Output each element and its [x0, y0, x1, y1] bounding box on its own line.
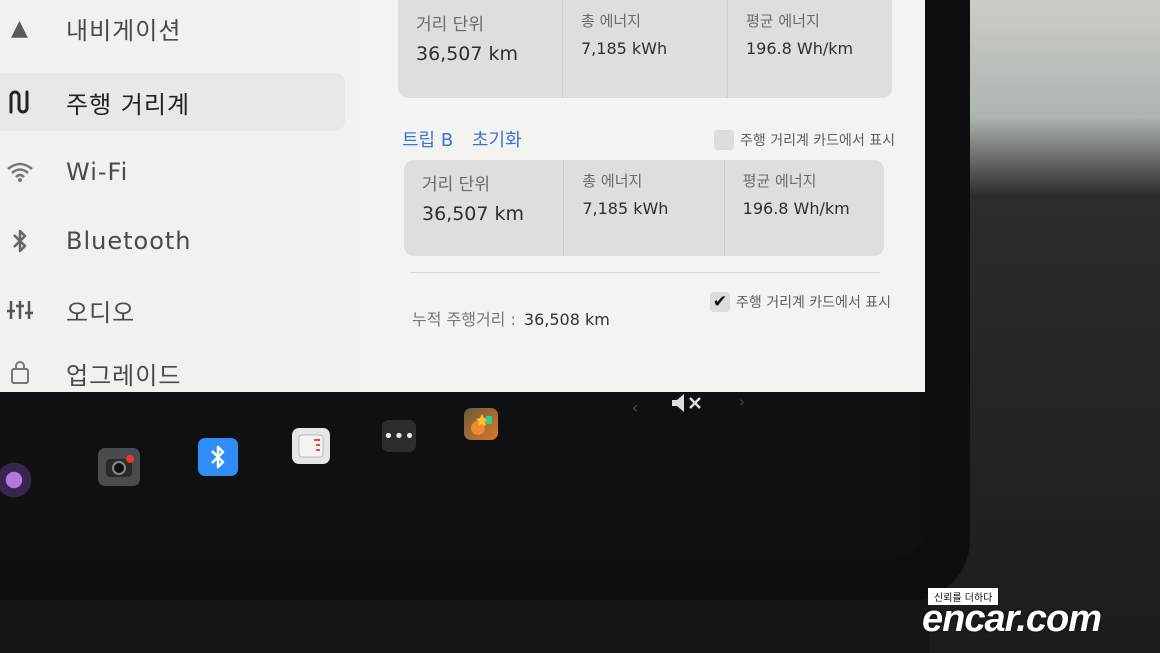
odometer-path-icon	[0, 90, 40, 114]
calendar-icon[interactable]	[292, 428, 330, 464]
camera-icon[interactable]	[0, 460, 34, 500]
trip-b-title: 트립 B	[402, 130, 454, 151]
sidebar-item-navigation[interactable]: ▲ 내비게이션	[0, 0, 181, 56]
odometer-show-on-card-checkbox[interactable]: ✔ 주행 거리계 카드에서 표시	[710, 292, 891, 312]
trip-b-avg-label: 평균 에너지	[742, 172, 817, 190]
chevron-left-icon[interactable]: ‹	[626, 398, 644, 417]
encar-watermark: 신뢰를 더하다 encar.com	[922, 586, 1160, 646]
sidebar-item-wifi[interactable]: Wi-Fi	[0, 143, 128, 201]
sidebar-item-odometer[interactable]: 주행 거리계	[0, 73, 345, 131]
wifi-icon	[0, 161, 40, 183]
trip-a-distance-label: 거리 단위	[416, 15, 484, 35]
trip-a-card: 거리 단위 36,507 km 총 에너지 7,185 kWh 평균 에너지 1…	[398, 0, 892, 98]
trip-a-energy: 총 에너지 7,185 kWh	[563, 0, 728, 98]
checkbox-box	[714, 130, 734, 150]
touchscreen: ▲ 내비게이션 주행 거리계 Wi-Fi Bluetooth 오디오 업그레이드…	[0, 0, 925, 560]
sidebar-item-bluetooth[interactable]: Bluetooth	[0, 212, 192, 270]
navigation-arrow-icon: ▲	[11, 15, 29, 41]
trip-b-distance: 거리 단위 36,507 km	[404, 160, 565, 256]
trip-a-avg-label: 평균 에너지	[746, 12, 820, 30]
sidebar-item-label: Bluetooth	[66, 227, 192, 255]
sidebar-item-label: 업그레이드	[66, 361, 182, 390]
trip-a-distance: 거리 단위 36,507 km	[398, 0, 563, 98]
audio-sliders-icon	[0, 299, 40, 321]
odometer-label: 누적 주행거리 :	[412, 310, 516, 329]
total-odometer: 누적 주행거리 : 36,508 km	[412, 306, 610, 330]
sidebar-item-label: 주행 거리계	[66, 90, 191, 119]
trip-b-avg-energy: 평균 에너지 196.8 Wh/km	[725, 160, 884, 256]
volume-muted-icon[interactable]	[668, 392, 706, 414]
sidebar-item-label: 내비게이션	[66, 16, 182, 45]
sidebar-item-label: Wi-Fi	[66, 158, 129, 186]
trip-a-avg-energy: 평균 에너지 196.8 Wh/km	[728, 0, 892, 98]
trip-a-energy-label: 총 에너지	[581, 12, 641, 30]
watermark-brand: encar.com	[922, 598, 1102, 640]
more-apps-icon[interactable]: •••	[382, 420, 416, 452]
trip-b-energy-label: 총 에너지	[582, 172, 643, 190]
bluetooth-icon	[0, 228, 40, 254]
trip-b-distance-value: 36,507 km	[422, 203, 525, 225]
trip-a-avg-value: 196.8 Wh/km	[746, 39, 854, 58]
dashcam-icon[interactable]	[98, 448, 140, 486]
trip-b-show-on-card-label: 주행 거리계 카드에서 표시	[740, 133, 896, 149]
trip-b-energy: 총 에너지 7,185 kWh	[564, 160, 725, 256]
sidebar-item-audio[interactable]: 오디오	[0, 281, 135, 339]
trip-b-show-on-card-checkbox[interactable]: 주행 거리계 카드에서 표시	[714, 130, 895, 150]
chevron-right-icon[interactable]: ›	[734, 392, 750, 411]
trip-b-avg-value: 196.8 Wh/km	[742, 199, 850, 218]
settings-sidebar: ▲ 내비게이션 주행 거리계 Wi-Fi Bluetooth 오디오 업그레이드	[0, 0, 360, 392]
trip-b-energy-value: 7,185 kWh	[582, 199, 669, 218]
checkbox-checked-box: ✔	[710, 292, 730, 312]
trip-a-energy-value: 7,185 kWh	[581, 39, 668, 58]
odometer-show-on-card-label: 주행 거리계 카드에서 표시	[736, 295, 892, 311]
toybox-icon[interactable]	[464, 408, 498, 440]
trip-a-distance-value: 36,507 km	[416, 43, 519, 65]
trip-b-distance-label: 거리 단위	[422, 175, 490, 195]
shopping-bag-icon	[0, 361, 40, 385]
settings-content: ▲ 내비게이션 주행 거리계 Wi-Fi Bluetooth 오디오 업그레이드…	[0, 0, 925, 392]
app-dock: ••• ‹ ›	[0, 392, 925, 560]
bluetooth-app-icon[interactable]	[198, 438, 238, 476]
trip-b-reset-button[interactable]: 초기화	[472, 126, 522, 152]
section-divider	[410, 272, 880, 273]
trip-b-card: 거리 단위 36,507 km 총 에너지 7,185 kWh 평균 에너지 1…	[404, 160, 884, 256]
sidebar-item-label: 오디오	[66, 298, 136, 327]
odometer-value: 36,508 km	[523, 310, 610, 329]
